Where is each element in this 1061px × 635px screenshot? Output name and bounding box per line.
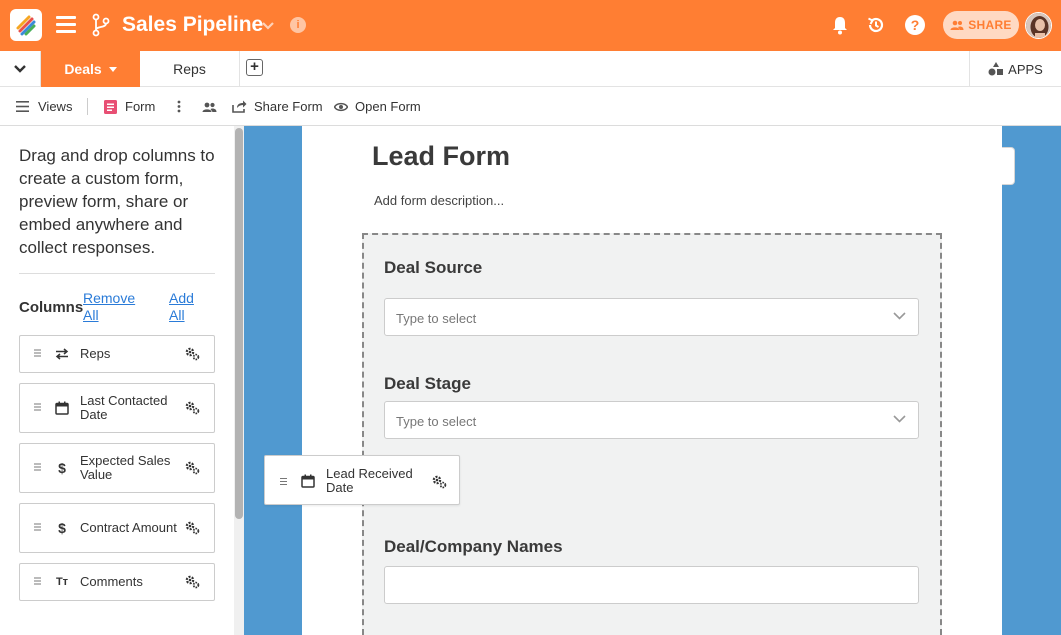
deal-stage-select[interactable]: Type to select bbox=[384, 401, 919, 439]
open-form-button[interactable]: Open Form bbox=[334, 87, 421, 126]
table-tab-bar: Deals Reps + APPS bbox=[0, 51, 1061, 87]
view-toolbar: Views Form Share Form Open Form bbox=[0, 87, 1061, 126]
views-label: Views bbox=[38, 99, 73, 114]
drag-handle-icon[interactable] bbox=[34, 463, 41, 473]
drag-handle-icon[interactable] bbox=[34, 577, 41, 587]
app-logo[interactable] bbox=[10, 9, 42, 41]
column-item-label: Expected Sales Value bbox=[80, 453, 171, 482]
form-description-input[interactable]: Add form description... bbox=[374, 193, 504, 208]
chevron-down-icon[interactable] bbox=[260, 17, 276, 33]
add-table-icon[interactable]: + bbox=[246, 59, 263, 76]
tab-label: Deals bbox=[64, 61, 102, 77]
share-icon bbox=[232, 100, 247, 113]
drag-handle-icon[interactable] bbox=[34, 523, 41, 533]
columns-panel: Drag and drop columns to create a custom… bbox=[0, 126, 244, 635]
column-item-label: Last Contacted Date bbox=[80, 393, 168, 422]
bell-icon[interactable] bbox=[831, 15, 849, 35]
tab-deals[interactable]: Deals bbox=[41, 51, 140, 87]
column-item-contract-amount[interactable]: $ Contract Amount bbox=[19, 503, 215, 553]
views-button[interactable]: Views bbox=[16, 87, 72, 126]
field-label-deal-stage: Deal Stage bbox=[384, 374, 471, 393]
column-item-reps[interactable]: Reps bbox=[19, 335, 215, 373]
branch-icon[interactable] bbox=[91, 13, 111, 37]
chevron-down-icon bbox=[893, 312, 906, 320]
top-bar: Sales Pipeline i ? SHARE bbox=[0, 0, 1061, 51]
columns-heading: Columns bbox=[19, 299, 84, 316]
field-label-deal-source: Deal Source bbox=[384, 258, 483, 277]
panel-intro-text: Drag and drop columns to create a custom… bbox=[19, 146, 215, 257]
apps-shapes-icon bbox=[988, 62, 1004, 76]
drag-handle-icon[interactable] bbox=[280, 478, 287, 487]
logo-icon bbox=[16, 15, 36, 36]
drag-handle-icon[interactable] bbox=[34, 403, 41, 413]
caret-down-icon[interactable] bbox=[108, 66, 117, 72]
open-form-label: Open Form bbox=[355, 99, 421, 114]
form-view-button[interactable]: Form bbox=[104, 87, 155, 126]
form-view-label: Form bbox=[125, 99, 156, 114]
share-button[interactable]: SHARE bbox=[943, 11, 1019, 39]
history-icon[interactable] bbox=[866, 15, 886, 35]
form-icon bbox=[104, 99, 117, 114]
app-title[interactable]: Sales Pipeline bbox=[122, 13, 263, 37]
dollar-icon: $ bbox=[58, 520, 66, 536]
calendar-icon bbox=[55, 401, 69, 415]
hamburger-menu-icon[interactable] bbox=[56, 16, 76, 34]
people-icon bbox=[950, 20, 964, 30]
dollar-icon: $ bbox=[58, 460, 66, 476]
add-all-link[interactable]: Add All bbox=[169, 290, 209, 324]
deal-source-select[interactable]: Type to select bbox=[384, 298, 919, 336]
eye-icon bbox=[334, 102, 348, 111]
panel-divider bbox=[19, 273, 215, 274]
panel-scrollbar-thumb[interactable] bbox=[235, 128, 243, 519]
dragging-column-label: Lead Received Date bbox=[326, 466, 413, 495]
field-label-deal-company-names: Deal/Company Names bbox=[384, 537, 563, 556]
avatar-image bbox=[1026, 13, 1051, 38]
column-item-comments[interactable]: Tт Comments bbox=[19, 563, 215, 601]
form-title[interactable]: Lead Form bbox=[372, 141, 510, 172]
dragging-column-lead-received-date[interactable]: Lead Received Date bbox=[264, 455, 460, 505]
people-icon bbox=[202, 102, 217, 112]
text-type-icon: Tт bbox=[55, 576, 69, 588]
column-item-label: Reps bbox=[80, 346, 111, 361]
gear-icon[interactable] bbox=[184, 401, 200, 415]
deal-company-names-input[interactable] bbox=[384, 566, 919, 604]
tab-reps[interactable]: Reps bbox=[140, 51, 240, 87]
drag-handle-icon[interactable] bbox=[34, 349, 41, 359]
user-avatar[interactable] bbox=[1025, 12, 1052, 39]
collaborators-button[interactable] bbox=[202, 87, 217, 126]
column-item-label: Contract Amount bbox=[80, 520, 177, 535]
help-icon[interactable]: ? bbox=[905, 15, 925, 35]
more-vertical-icon bbox=[177, 100, 181, 113]
gear-icon[interactable] bbox=[184, 575, 200, 589]
select-placeholder: Type to select bbox=[396, 311, 477, 326]
gear-icon[interactable] bbox=[431, 475, 447, 489]
gear-icon[interactable] bbox=[184, 461, 200, 475]
collapse-sidebar-button[interactable] bbox=[0, 51, 41, 87]
column-item-label: Comments bbox=[80, 574, 143, 589]
gear-icon[interactable] bbox=[184, 347, 200, 361]
column-item-expected-sales-value[interactable]: $ Expected Sales Value bbox=[19, 443, 215, 493]
apps-label: APPS bbox=[1008, 61, 1043, 77]
side-panel-tab[interactable] bbox=[1002, 147, 1015, 185]
more-options-button[interactable] bbox=[177, 87, 181, 126]
share-form-label: Share Form bbox=[254, 99, 323, 114]
chevron-down-icon bbox=[14, 65, 26, 73]
apps-button[interactable]: APPS bbox=[969, 51, 1061, 87]
remove-all-link[interactable]: Remove All bbox=[83, 290, 143, 324]
chevron-down-icon bbox=[893, 415, 906, 423]
list-icon bbox=[16, 101, 29, 112]
column-item-last-contacted-date[interactable]: Last Contacted Date bbox=[19, 383, 215, 433]
link-arrows-icon bbox=[55, 348, 69, 360]
info-icon[interactable]: i bbox=[290, 17, 306, 33]
tab-label: Reps bbox=[173, 61, 206, 77]
share-form-button[interactable]: Share Form bbox=[232, 87, 323, 126]
select-placeholder: Type to select bbox=[396, 414, 477, 429]
toolbar-divider bbox=[87, 98, 88, 115]
share-button-label: SHARE bbox=[968, 18, 1012, 32]
calendar-icon bbox=[301, 474, 315, 488]
gear-icon[interactable] bbox=[184, 521, 200, 535]
